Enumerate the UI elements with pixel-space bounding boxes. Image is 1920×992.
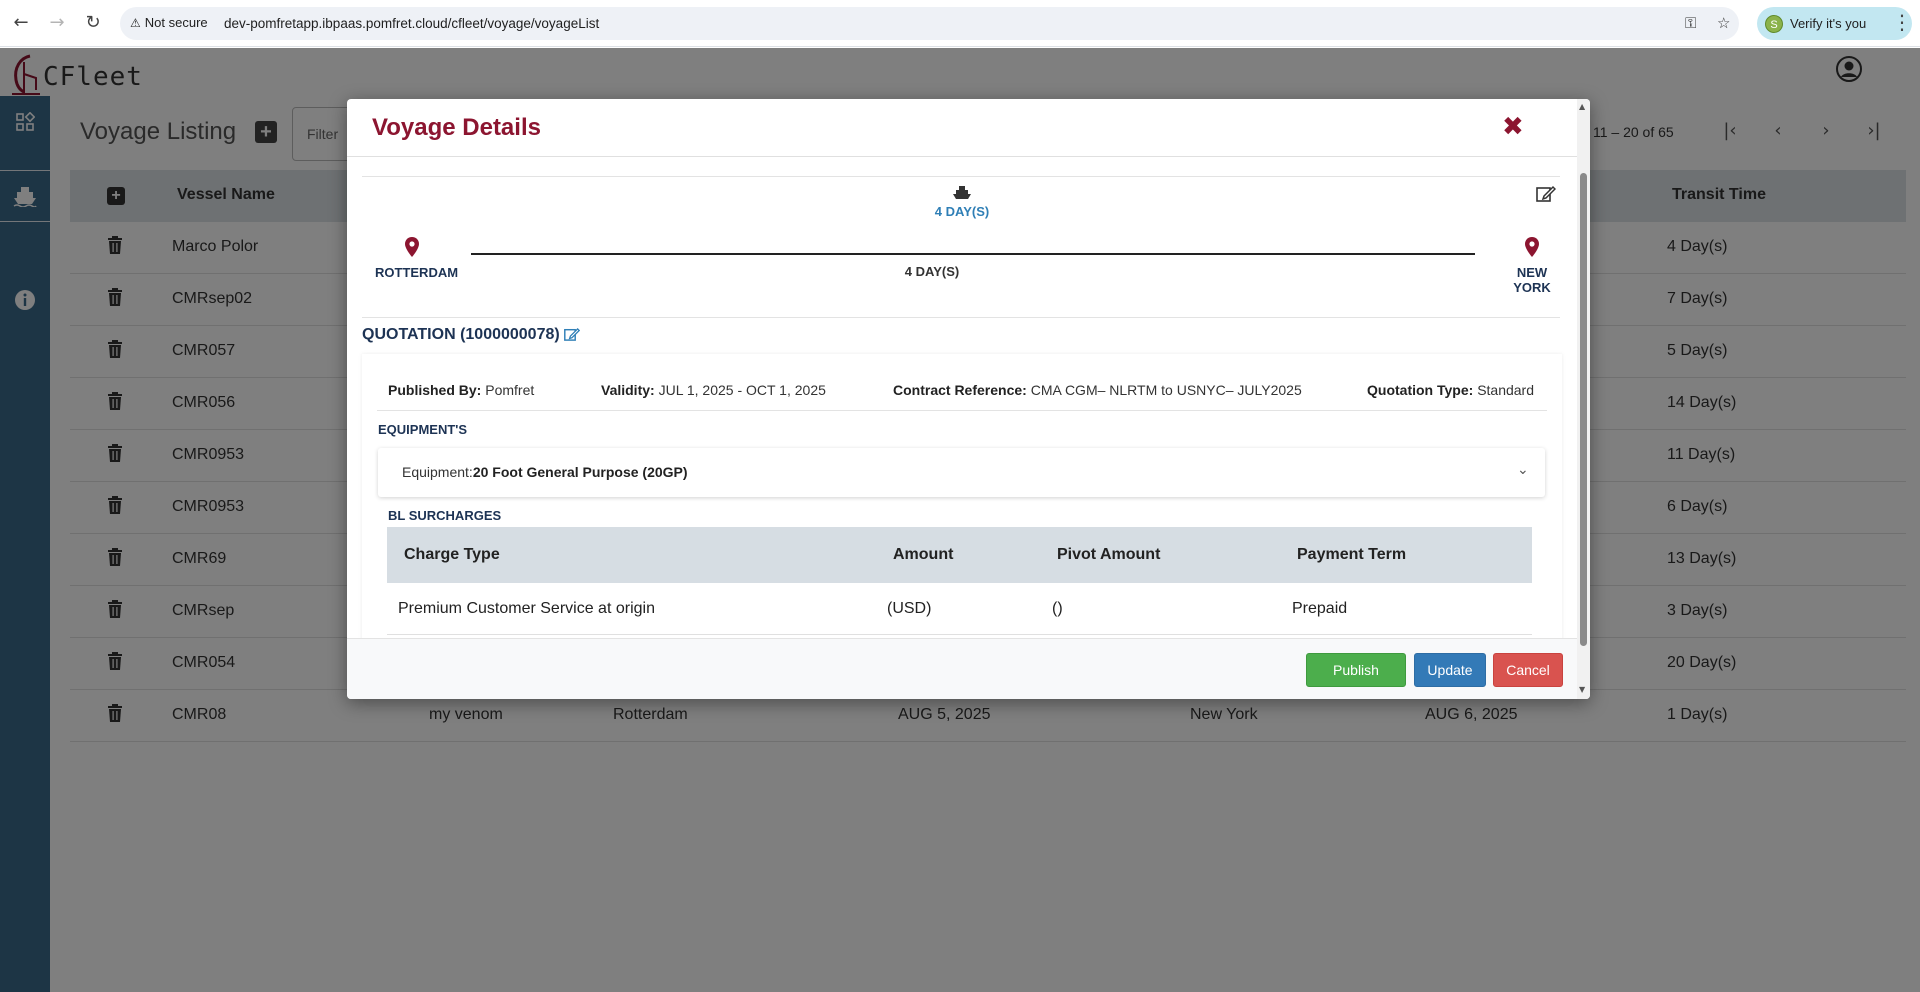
column-header-amount: Amount xyxy=(893,546,954,563)
scrollbar-thumb[interactable] xyxy=(1580,173,1587,646)
origin-port-label: ROTTERDAM xyxy=(375,265,459,280)
key-icon[interactable]: ⚿ xyxy=(1685,14,1696,32)
quotation-type: Quotation Type: Standard xyxy=(1367,382,1535,398)
origin-pin-icon xyxy=(405,237,419,257)
close-icon[interactable]: ✖ xyxy=(1502,112,1524,142)
column-header-charge-type: Charge Type xyxy=(404,546,500,563)
profile-avatar-icon: S xyxy=(1765,15,1783,33)
publish-button[interactable]: Publish xyxy=(1306,653,1406,687)
verify-button[interactable]: S Verify it's you xyxy=(1757,7,1912,40)
forward-icon[interactable]: → xyxy=(46,12,68,34)
charge-type-cell: Premium Customer Service at origin xyxy=(398,600,655,617)
equipment-accordion[interactable]: Equipment:20 Foot General Purpose (20GP)… xyxy=(378,448,1545,497)
quotation-card: Published By: Pomfret Validity: JUL 1, 2… xyxy=(362,354,1562,638)
modal-footer: Publish Update Cancel xyxy=(347,638,1590,699)
surcharges-table-header: Charge Type Amount Pivot Amount Payment … xyxy=(387,527,1532,583)
bookmark-star-icon[interactable]: ☆ xyxy=(1717,14,1730,32)
modal-header: Voyage Details ✖ xyxy=(347,99,1590,157)
column-header-payment-term: Payment Term xyxy=(1297,546,1407,563)
column-header-pivot-amount: Pivot Amount xyxy=(1057,546,1161,563)
security-indicator[interactable]: ⚠ Not secure xyxy=(130,15,208,30)
amount-cell: (USD) xyxy=(887,600,932,617)
modal-body: 4 DAY(S) ROTTERDAM 4 DAY(S) NEW YORK QUO… xyxy=(347,158,1590,638)
url-text[interactable]: dev-pomfretapp.ibpaas.pomfret.cloud/cfle… xyxy=(224,16,599,31)
route-summary: 4 DAY(S) ROTTERDAM 4 DAY(S) NEW YORK xyxy=(362,176,1560,318)
browser-toolbar: ← → ↻ ⚠ Not secure dev-pomfretapp.ibpaas.… xyxy=(0,0,1920,47)
ship-icon xyxy=(953,186,971,199)
destination-port-label: NEW YORK xyxy=(1513,265,1551,295)
payment-term-cell: Prepaid xyxy=(1292,600,1348,617)
equipment-section-label: EQUIPMENT'S xyxy=(378,422,468,437)
destination-pin-icon xyxy=(1525,237,1539,257)
browser-menu-icon[interactable]: ⋮ xyxy=(1892,10,1912,34)
equipment-text: Equipment:20 Foot General Purpose (20GP) xyxy=(402,464,688,480)
warning-icon: ⚠ xyxy=(130,16,141,30)
bl-surcharges-section-label: BL SURCHARGES xyxy=(388,508,502,523)
scroll-up-icon[interactable]: ▲ xyxy=(1579,102,1585,111)
published-by: Published By: Pomfret xyxy=(388,382,535,398)
divider xyxy=(377,410,1547,411)
modal-title: Voyage Details xyxy=(372,114,541,141)
route-duration-label: 4 DAY(S) xyxy=(904,264,960,279)
chevron-down-icon[interactable]: ⌄ xyxy=(1517,462,1529,478)
update-button[interactable]: Update xyxy=(1414,653,1486,687)
edit-route-icon[interactable] xyxy=(1536,185,1556,203)
contract-reference: Contract Reference: CMA CGM– NLRTM to US… xyxy=(893,382,1302,398)
back-icon[interactable]: ← xyxy=(10,12,32,34)
scroll-down-icon[interactable]: ▼ xyxy=(1579,685,1585,694)
edit-quotation-icon[interactable] xyxy=(564,327,580,342)
quotation-header: QUOTATION (1000000078) xyxy=(362,326,560,343)
route-line xyxy=(471,253,1475,255)
modal-scrollbar[interactable]: ▲ ▼ xyxy=(1577,99,1590,699)
reload-icon[interactable]: ↻ xyxy=(82,12,104,34)
validity: Validity: JUL 1, 2025 - OCT 1, 2025 xyxy=(601,382,826,398)
voyage-details-modal: Voyage Details ✖ 4 DAY(S) ROTTERDAM 4 DA… xyxy=(347,99,1590,699)
table-row: Premium Customer Service at origin (USD)… xyxy=(387,583,1532,635)
address-bar[interactable]: ⚠ Not secure dev-pomfretapp.ibpaas.pomfre… xyxy=(120,7,1739,40)
cancel-button[interactable]: Cancel xyxy=(1493,653,1563,687)
transit-days-label: 4 DAY(S) xyxy=(934,204,990,219)
pivot-amount-cell: () xyxy=(1052,600,1063,617)
